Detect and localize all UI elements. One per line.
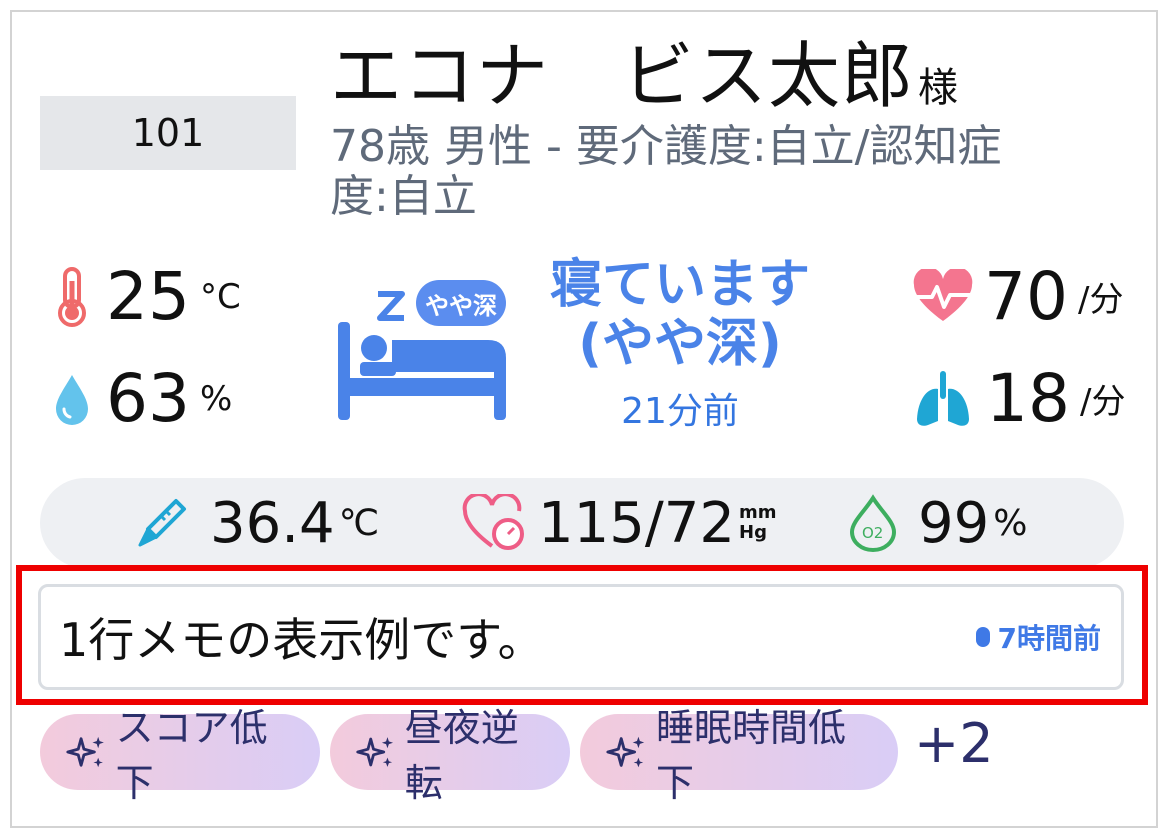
thermometer-icon	[58, 266, 86, 327]
resident-info-line2: 度:自立	[330, 171, 477, 222]
room-temperature-unit: °C	[199, 276, 241, 317]
tag-sleep-time-drop[interactable]: 睡眠時間低下	[580, 706, 898, 805]
resident-name-text: エコナ ビス太郎	[330, 34, 915, 118]
humidity-value: 63	[106, 360, 190, 437]
tag-label: スコア低下	[115, 706, 268, 805]
lungs-icon	[917, 370, 969, 426]
heart-rate-unit: /分	[1077, 280, 1124, 320]
body-temperature-unit: ℃	[338, 502, 380, 544]
bed-sleeping-icon	[338, 322, 506, 420]
humidity: 63 %	[52, 360, 232, 437]
heart-rate-value: 70	[984, 258, 1068, 335]
room-number: 101	[40, 96, 296, 170]
honorific: 様	[918, 65, 960, 111]
sleep-status-line1: 寝ています	[549, 255, 810, 315]
blood-pressure-unit-bottom: Hg	[739, 522, 767, 543]
tag-score-drop[interactable]: スコア低下	[40, 706, 320, 805]
vitals-bar: 36.4 ℃ 115/72 mm Hg O2 99 %	[40, 478, 1124, 568]
memo-time: 7時間前	[975, 617, 1101, 657]
blood-pressure-value: 115/72	[538, 490, 736, 556]
memo-time-dot	[975, 627, 990, 647]
sleep-status-line2: (やや深)	[578, 314, 782, 374]
tag-label: 昼夜逆転	[404, 706, 519, 805]
sparkle-icon	[66, 736, 104, 768]
resident-info-line1: 78歳 男性 - 要介護度:自立/認知症	[330, 121, 1002, 172]
spo2: O2 99 %	[848, 478, 1027, 568]
clinical-thermometer-icon	[138, 499, 186, 547]
blood-pressure-unit: mm Hg	[739, 503, 777, 543]
sleep-elapsed: 21分前	[621, 391, 739, 432]
sparkle-icon	[356, 737, 394, 767]
water-drop-icon	[56, 374, 88, 425]
sleep-status: 寝ています (やや深) 21分前	[520, 256, 840, 434]
heart-gauge-icon	[462, 494, 524, 550]
respiration: 18 /分	[914, 360, 1125, 437]
respiration-value: 18	[986, 360, 1070, 437]
blood-pressure-unit-top: mm	[739, 502, 777, 523]
more-tags-count[interactable]: +2	[914, 712, 994, 775]
body-temperature: 36.4 ℃	[136, 478, 379, 568]
humidity-unit: %	[199, 378, 233, 419]
oxygen-drop-icon: O2	[849, 494, 897, 552]
resident-info: 78歳 男性 - 要介護度:自立/認知症 度:自立	[330, 122, 1110, 222]
resident-name: エコナ ビス太郎様	[330, 40, 959, 112]
memo-time-text: 7時間前	[997, 622, 1101, 655]
room-temperature: 25 °C	[52, 258, 241, 335]
room-temperature-value: 25	[106, 258, 190, 335]
sparkle-icon	[606, 736, 645, 768]
blood-pressure: 115/72 mm Hg	[462, 478, 777, 568]
o2-label: O2	[862, 524, 883, 542]
spo2-unit: %	[993, 502, 1028, 544]
body-temperature-value: 36.4	[210, 490, 335, 556]
tag-day-night-reversal[interactable]: 昼夜逆転	[330, 706, 570, 805]
tag-label: 睡眠時間低下	[655, 706, 846, 805]
respiration-unit: /分	[1079, 382, 1126, 422]
heart-pulse-icon	[913, 268, 973, 321]
memo-text: 1行メモの表示例です。	[59, 613, 544, 667]
spo2-value: 99	[918, 490, 990, 556]
memo-box[interactable]: 1行メモの表示例です。 7時間前	[38, 584, 1124, 690]
heart-rate: 70 /分	[912, 258, 1123, 335]
